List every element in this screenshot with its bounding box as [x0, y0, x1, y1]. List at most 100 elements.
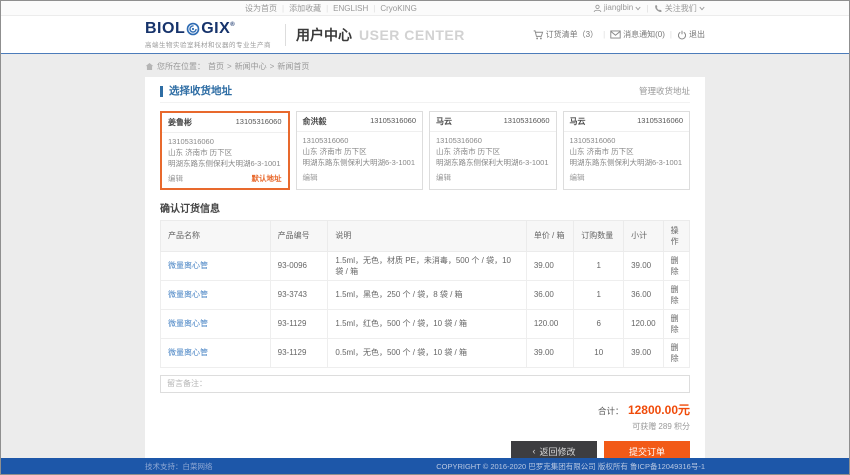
breadcrumb-news-center[interactable]: 新闻中心 — [235, 61, 267, 72]
copyright-bar: 技术支持：白菜网络 COPYRIGHT © 2016-2020 巴罗克集团有限公… — [1, 458, 849, 474]
product-desc: 1.5ml，红色，500 个 / 袋，10 袋 / 箱 — [328, 309, 526, 338]
edit-address-link[interactable]: 编辑 — [570, 172, 585, 183]
utility-links: 设为首页| 添加收藏| ENGLISH| CryoKING — [145, 3, 417, 14]
power-icon — [677, 30, 687, 40]
address-card-list: 姜鲁彬 13105316060 13105316060 山东 济南市 历下区 明… — [160, 111, 690, 190]
link-cryoking[interactable]: CryoKING — [380, 4, 416, 13]
recipient-name: 俞洪毅 — [303, 116, 327, 127]
address-line: 山东 济南市 历下区 — [570, 147, 684, 158]
table-row: 微量离心管 93-0096 1.5ml，无色，材质 PE，未消毒，500 个 /… — [161, 251, 690, 280]
breadcrumb-separator: > — [227, 62, 232, 71]
order-table: 产品名称 产品编号 说明 单价 / 箱 订购数量 小计 操作 微量离心管 93-… — [160, 220, 690, 368]
address-line: 明湖东路东侧保利大明湖6-3-1001 — [168, 159, 282, 170]
delete-row-link[interactable]: 删除 — [671, 314, 679, 334]
header: BIOL GIX ® 高端生物实验室耗材和仪器的专业生产商 用户中心 USER … — [1, 16, 849, 54]
logout-label: 退出 — [689, 29, 705, 40]
subtotal: 39.00 — [624, 251, 663, 280]
edit-address-link[interactable]: 编辑 — [168, 173, 183, 184]
separator: | — [282, 4, 284, 13]
username: jianglbin — [604, 3, 633, 12]
product-sku: 93-3743 — [270, 280, 328, 309]
user-icon — [593, 4, 602, 13]
notifications-link[interactable]: 消息通知(0) — [610, 29, 665, 40]
mail-icon — [610, 30, 621, 39]
product-desc: 1.5ml，黑色，250 个 / 袋，8 袋 / 箱 — [328, 280, 526, 309]
table-row: 微量离心管 93-3743 1.5ml，黑色，250 个 / 袋，8 袋 / 箱… — [161, 280, 690, 309]
back-arrow-icon: ‹ — [532, 446, 535, 456]
delete-row-link[interactable]: 删除 — [671, 285, 679, 305]
section-title-order: 确认订货信息 — [160, 200, 690, 215]
address-card[interactable]: 马云 13105316060 13105316060 山东 济南市 历下区 明湖… — [563, 111, 691, 190]
address-line: 13105316060 — [168, 137, 282, 148]
edit-address-link[interactable]: 编辑 — [303, 172, 318, 183]
recipient-name: 姜鲁彬 — [168, 117, 192, 128]
logout-link[interactable]: 退出 — [677, 29, 705, 40]
header-divider — [285, 24, 286, 46]
product-sku: 93-1129 — [270, 309, 328, 338]
product-link[interactable]: 微量离心管 — [168, 261, 208, 270]
delete-row-link[interactable]: 删除 — [671, 343, 679, 363]
table-row: 微量离心管 93-1129 0.5ml，无色，500 个 / 袋，10 袋 / … — [161, 338, 690, 367]
home-icon — [145, 62, 154, 71]
section-title-address: 选择收货地址 — [160, 86, 232, 97]
col-unit-price: 单价 / 箱 — [526, 220, 573, 251]
back-button-label: 返回修改 — [539, 445, 575, 458]
product-link[interactable]: 微量离心管 — [168, 290, 208, 299]
delete-row-link[interactable]: 删除 — [671, 256, 679, 276]
page-title-cn: 用户中心 — [296, 25, 352, 45]
cart-icon — [533, 30, 544, 40]
quantity: 10 — [574, 338, 624, 367]
order-list-label: 订货清单（3） — [546, 29, 598, 40]
tech-support-text: 技术支持：白菜网络 — [145, 461, 213, 472]
address-line: 明湖东路东侧保利大明湖6-3-1001 — [570, 158, 684, 169]
table-header-row: 产品名称 产品编号 说明 单价 / 箱 订购数量 小计 操作 — [161, 220, 690, 251]
address-line: 山东 济南市 历下区 — [436, 147, 550, 158]
follow-us-label: 关注我们 — [665, 4, 697, 13]
chevron-down-icon — [635, 6, 641, 11]
address-line: 山东 济南市 历下区 — [168, 148, 282, 159]
biologix-logo[interactable]: BIOL GIX ® 高端生物实验室耗材和仪器的专业生产商 — [145, 21, 271, 49]
unit-price: 39.00 — [526, 338, 573, 367]
recipient-phone: 13105316060 — [236, 117, 282, 128]
link-set-homepage[interactable]: 设为首页 — [245, 3, 277, 14]
address-line: 13105316060 — [570, 136, 684, 147]
main-panel: 选择收货地址 管理收货地址 姜鲁彬 13105316060 1310531606… — [145, 77, 705, 471]
quantity: 6 — [574, 309, 624, 338]
recipient-phone: 13105316060 — [370, 116, 416, 127]
page: 设为首页| 添加收藏| ENGLISH| CryoKING jianglbin … — [0, 0, 850, 475]
breadcrumb-home[interactable]: 首页 — [208, 61, 224, 72]
address-line: 明湖东路东侧保利大明湖6-3-1001 — [303, 158, 417, 169]
link-add-favorite[interactable]: 添加收藏 — [289, 3, 321, 14]
product-sku: 93-0096 — [270, 251, 328, 280]
col-sku: 产品编号 — [270, 220, 328, 251]
col-quantity: 订购数量 — [574, 220, 624, 251]
remark-input[interactable] — [160, 375, 690, 393]
col-product-name: 产品名称 — [161, 220, 271, 251]
address-card[interactable]: 马云 13105316060 13105316060 山东 济南市 历下区 明湖… — [429, 111, 557, 190]
follow-us-menu[interactable]: 关注我们 — [654, 3, 705, 14]
edit-address-link[interactable]: 编辑 — [436, 172, 451, 183]
top-utility-bar: 设为首页| 添加收藏| ENGLISH| CryoKING jianglbin … — [1, 1, 849, 16]
product-link[interactable]: 微量离心管 — [168, 348, 208, 357]
logo-text-right: GIX — [201, 21, 230, 37]
link-english[interactable]: ENGLISH — [333, 4, 368, 13]
order-list-link[interactable]: 订货清单（3） — [533, 29, 598, 40]
subtotal: 120.00 — [624, 309, 663, 338]
product-desc: 0.5ml，无色，500 个 / 袋，10 袋 / 箱 — [328, 338, 526, 367]
separator: | — [326, 4, 328, 13]
breadcrumb-news-home[interactable]: 新闻首页 — [277, 61, 309, 72]
address-line: 明湖东路东侧保利大明湖6-3-1001 — [436, 158, 550, 169]
address-line: 山东 济南市 历下区 — [303, 147, 417, 158]
address-card-selected[interactable]: 姜鲁彬 13105316060 13105316060 山东 济南市 历下区 明… — [160, 111, 290, 190]
col-action: 操作 — [663, 220, 689, 251]
quantity: 1 — [574, 280, 624, 309]
breadcrumb-separator: > — [270, 62, 275, 71]
address-card[interactable]: 俞洪毅 13105316060 13105316060 山东 济南市 历下区 明… — [296, 111, 424, 190]
product-link[interactable]: 微量离心管 — [168, 319, 208, 328]
manage-addresses-link[interactable]: 管理收货地址 — [639, 85, 690, 97]
col-description: 说明 — [328, 220, 526, 251]
subtotal: 39.00 — [624, 338, 663, 367]
user-menu[interactable]: jianglbin — [593, 3, 642, 12]
recipient-name: 马云 — [436, 116, 452, 127]
breadcrumb-label: 您所在位置： — [157, 61, 205, 72]
